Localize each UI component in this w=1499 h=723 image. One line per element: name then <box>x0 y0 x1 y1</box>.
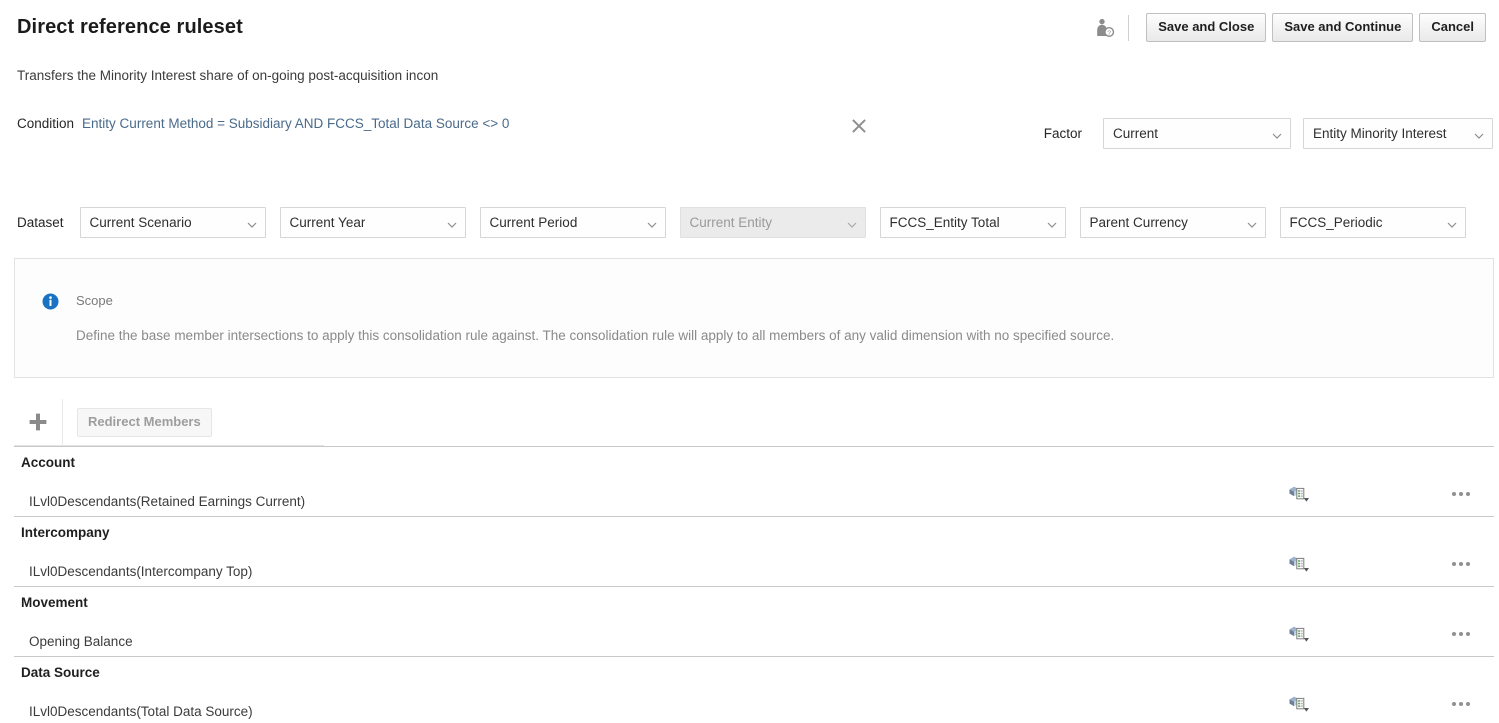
dataset-consolidation-select[interactable]: FCCS_Entity Total <box>880 207 1066 238</box>
chevron-down-icon <box>1272 129 1282 139</box>
factor-member-value: Entity Minority Interest <box>1313 126 1447 141</box>
chevron-down-icon <box>847 218 857 228</box>
ellipsis-icon[interactable] <box>1448 553 1474 575</box>
dimension-header-data-source: Data Source <box>14 657 1494 687</box>
ellipsis-icon[interactable] <box>1448 623 1474 645</box>
table-row: Data Source ILvl0Descendants(Total Data … <box>14 657 1494 723</box>
condition-value-link[interactable]: Entity Current Method = Subsidiary AND F… <box>82 116 509 131</box>
factor-member-select[interactable]: Entity Minority Interest <box>1303 118 1493 149</box>
close-x-icon[interactable] <box>847 114 871 138</box>
table-row: Account ILvl0Descendants(Retained Earnin… <box>14 447 1494 517</box>
dimension-body-account: ILvl0Descendants(Retained Earnings Curre… <box>14 477 1494 516</box>
dimension-body-data-source: ILvl0Descendants(Total Data Source) <box>14 687 1494 723</box>
member-value-movement[interactable]: Opening Balance <box>29 634 133 649</box>
svg-text:?: ? <box>1108 29 1112 36</box>
member-selector-icon[interactable] <box>1284 691 1316 717</box>
cancel-button[interactable]: Cancel <box>1419 13 1486 42</box>
save-and-close-button[interactable]: Save and Close <box>1146 13 1266 42</box>
chevron-down-icon <box>647 218 657 228</box>
action-bar-divider <box>62 399 63 445</box>
dimension-body-intercompany: ILvl0Descendants(Intercompany Top) <box>14 547 1494 586</box>
dataset-entity-select: Current Entity <box>680 207 866 238</box>
person-help-icon[interactable]: ? <box>1092 15 1118 41</box>
dimension-header-intercompany: Intercompany <box>14 517 1494 547</box>
scope-title: Scope <box>76 293 113 308</box>
member-selector-icon[interactable] <box>1284 481 1316 507</box>
save-and-continue-button[interactable]: Save and Continue <box>1272 13 1413 42</box>
chevron-down-icon <box>1474 129 1484 139</box>
condition-label: Condition <box>17 116 74 131</box>
member-selector-icon[interactable] <box>1284 551 1316 577</box>
dataset-scenario-value: Current Scenario <box>90 215 192 230</box>
dataset-period-select[interactable]: Current Period <box>480 207 666 238</box>
dataset-scenario-select[interactable]: Current Scenario <box>80 207 266 238</box>
dataset-period-value: Current Period <box>490 215 578 230</box>
chevron-down-icon <box>1047 218 1057 228</box>
dataset-consolidation-value: FCCS_Entity Total <box>890 215 1000 230</box>
table-row: Movement Opening Balance <box>14 587 1494 657</box>
dataset-currency-value: Parent Currency <box>1090 215 1188 230</box>
dimension-header-movement: Movement <box>14 587 1494 617</box>
member-action-bar: Redirect Members <box>14 399 324 446</box>
member-selector-icon[interactable] <box>1284 621 1316 647</box>
info-icon <box>42 293 59 310</box>
dataset-year-select[interactable]: Current Year <box>280 207 466 238</box>
chevron-down-icon <box>447 218 457 228</box>
dataset-view-select[interactable]: FCCS_Periodic <box>1280 207 1466 238</box>
factor-period-select[interactable]: Current <box>1103 118 1291 149</box>
chevron-down-icon <box>1447 218 1457 228</box>
chevron-down-icon <box>1247 218 1257 228</box>
factor-row: Factor Current Entity Minority Interest <box>1020 118 1493 149</box>
member-scope-table: Account ILvl0Descendants(Retained Earnin… <box>14 446 1494 723</box>
member-value-intercompany[interactable]: ILvl0Descendants(Intercompany Top) <box>29 564 252 579</box>
page-title: Direct reference ruleset <box>17 16 243 39</box>
dataset-currency-select[interactable]: Parent Currency <box>1080 207 1266 238</box>
dimension-header-account: Account <box>14 447 1494 477</box>
toolbar-divider <box>1128 15 1129 41</box>
factor-period-value: Current <box>1113 126 1158 141</box>
ruleset-editor-page: Direct reference ruleset ? Save and Clos… <box>0 0 1499 723</box>
ellipsis-icon[interactable] <box>1448 483 1474 505</box>
table-row: Intercompany ILvl0Descendants(Intercompa… <box>14 517 1494 587</box>
scope-description: Define the base member intersections to … <box>76 328 1114 343</box>
chevron-down-icon <box>247 218 257 228</box>
scope-info-panel: Scope Define the base member intersectio… <box>14 258 1494 378</box>
ellipsis-icon[interactable] <box>1448 693 1474 715</box>
dimension-body-movement: Opening Balance <box>14 617 1494 656</box>
dataset-entity-value: Current Entity <box>690 215 773 230</box>
dataset-view-value: FCCS_Periodic <box>1290 215 1383 230</box>
dataset-label: Dataset <box>17 215 64 230</box>
dataset-row: Dataset Current Scenario Current Year Cu… <box>17 207 1466 238</box>
factor-label: Factor <box>1020 126 1082 141</box>
header-toolbar: ? Save and Close Save and Continue Cance… <box>1092 13 1486 42</box>
plus-icon[interactable] <box>14 399 62 445</box>
redirect-members-button: Redirect Members <box>77 408 212 437</box>
dataset-year-value: Current Year <box>290 215 366 230</box>
member-value-account[interactable]: ILvl0Descendants(Retained Earnings Curre… <box>29 494 305 509</box>
condition-row: Condition Entity Current Method = Subsid… <box>17 116 509 131</box>
member-value-data-source[interactable]: ILvl0Descendants(Total Data Source) <box>29 704 253 719</box>
ruleset-description: Transfers the Minority Interest share of… <box>17 68 438 83</box>
